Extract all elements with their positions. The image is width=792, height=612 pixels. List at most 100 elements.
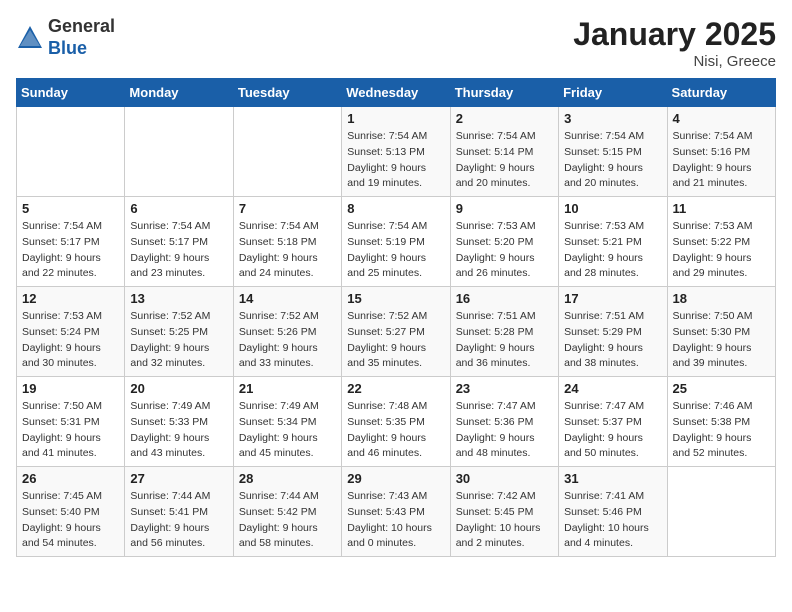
header-friday: Friday [559,79,667,107]
day-info: Sunrise: 7:54 AM Sunset: 5:17 PM Dayligh… [22,219,119,282]
day-number: 5 [22,201,119,216]
table-row: 30Sunrise: 7:42 AM Sunset: 5:45 PM Dayli… [450,467,558,557]
day-info: Sunrise: 7:51 AM Sunset: 5:29 PM Dayligh… [564,309,661,372]
calendar-header: Sunday Monday Tuesday Wednesday Thursday… [17,79,776,107]
day-info: Sunrise: 7:50 AM Sunset: 5:30 PM Dayligh… [673,309,770,372]
day-info: Sunrise: 7:48 AM Sunset: 5:35 PM Dayligh… [347,399,444,462]
day-number: 24 [564,381,661,396]
day-number: 21 [239,381,336,396]
table-row: 22 Sunrise: 7:48 AM Sunset: 5:35 PM Dayli… [342,377,450,467]
day-number: 16 [456,291,553,306]
header-monday: Monday [125,79,233,107]
day-number: 13 [130,291,227,306]
day-number: 22 [347,381,444,396]
day-number: 27 [130,471,227,486]
day-number: 14 [239,291,336,306]
day-number: 25 [673,381,770,396]
day-number: 18 [673,291,770,306]
header-sunday: Sunday [17,79,125,107]
day-info: Sunrise: 7:53 AM Sunset: 5:21 PM Dayligh… [564,219,661,282]
day-info: Sunrise: 7:54 AM Sunset: 5:13 PM Dayligh… [347,129,444,192]
header-wednesday: Wednesday [342,79,450,107]
table-row: 9 Sunrise: 7:53 AM Sunset: 5:20 PM Daylig… [450,197,558,287]
table-row: 3 Sunrise: 7:54 AM Sunset: 5:15 PM Daylig… [559,107,667,197]
logo-icon [16,24,44,52]
day-number: 9 [456,201,553,216]
day-number: 6 [130,201,227,216]
table-row: 26 Sunrise: 7:45 AM Sunset: 5:40 PM Dayli… [17,467,125,557]
table-row: 27Sunrise: 7:44 AM Sunset: 5:41 PM Dayli… [125,467,233,557]
day-info: Sunrise: 7:54 AM Sunset: 5:14 PM Dayligh… [456,129,553,192]
table-row: 25 Sunrise: 7:46 AM Sunset: 5:38 PM Dayli… [667,377,775,467]
day-number: 20 [130,381,227,396]
table-row [667,467,775,557]
table-row: 13 Sunrise: 7:52 AM Sunset: 5:25 PM Dayli… [125,287,233,377]
location: Nisi, Greece [573,53,776,70]
table-row: 21 Sunrise: 7:49 AM Sunset: 5:34 PM Dayli… [233,377,341,467]
table-row: 23Sunrise: 7:47 AM Sunset: 5:36 PM Dayli… [450,377,558,467]
table-row: 31 Sunrise: 7:41 AM Sunset: 5:46 PM Dayli… [559,467,667,557]
day-number: 1 [347,111,444,126]
day-number: 19 [22,381,119,396]
day-info: Sunrise: 7:53 AM Sunset: 5:22 PM Dayligh… [673,219,770,282]
day-number: 2 [456,111,553,126]
table-row: 14 Sunrise: 7:52 AM Sunset: 5:26 PM Dayli… [233,287,341,377]
day-info: Sunrise: 7:52 AM Sunset: 5:27 PM Dayligh… [347,309,444,372]
header-tuesday: Tuesday [233,79,341,107]
day-number: 11 [673,201,770,216]
table-row [233,107,341,197]
table-row: 2 Sunrise: 7:54 AM Sunset: 5:14 PM Daylig… [450,107,558,197]
table-row [17,107,125,197]
table-row: 24 Sunrise: 7:47 AM Sunset: 5:37 PM Dayli… [559,377,667,467]
day-info: Sunrise: 7:54 AM Sunset: 5:15 PM Dayligh… [564,129,661,192]
table-row [125,107,233,197]
table-row: 29 Sunrise: 7:43 AM Sunset: 5:43 PM Dayli… [342,467,450,557]
calendar-table: Sunday Monday Tuesday Wednesday Thursday… [16,78,776,557]
day-info: Sunrise: 7:50 AM Sunset: 5:31 PM Dayligh… [22,399,119,462]
day-info: Sunrise: 7:53 AM Sunset: 5:20 PM Dayligh… [456,219,553,282]
day-info: Sunrise: 7:47 AM Sunset: 5:36 PM Dayligh… [456,399,553,462]
day-info: Sunrise: 7:44 AM Sunset: 5:42 PM Dayligh… [239,489,336,552]
day-number: 30 [456,471,553,486]
day-info: Sunrise: 7:52 AM Sunset: 5:25 PM Dayligh… [130,309,227,372]
day-number: 4 [673,111,770,126]
day-info: Sunrise: 7:54 AM Sunset: 5:16 PM Dayligh… [673,129,770,192]
title-block: January 2025 Nisi, Greece [573,16,776,70]
table-row: 19 Sunrise: 7:50 AM Sunset: 5:31 PM Dayli… [17,377,125,467]
logo: General Blue [16,16,115,59]
day-number: 12 [22,291,119,306]
table-row: 17 Sunrise: 7:51 AM Sunset: 5:29 PM Dayli… [559,287,667,377]
day-info: Sunrise: 7:49 AM Sunset: 5:34 PM Dayligh… [239,399,336,462]
table-row: 28 Sunrise: 7:44 AM Sunset: 5:42 PM Dayli… [233,467,341,557]
day-info: Sunrise: 7:45 AM Sunset: 5:40 PM Dayligh… [22,489,119,552]
day-info: Sunrise: 7:53 AM Sunset: 5:24 PM Dayligh… [22,309,119,372]
page-header: General Blue January 2025 Nisi, Greece [16,16,776,70]
day-number: 17 [564,291,661,306]
header-thursday: Thursday [450,79,558,107]
table-row: 18 Sunrise: 7:50 AM Sunset: 5:30 PM Dayli… [667,287,775,377]
day-number: 29 [347,471,444,486]
day-number: 28 [239,471,336,486]
day-info: Sunrise: 7:49 AM Sunset: 5:33 PM Dayligh… [130,399,227,462]
logo-text: General Blue [48,16,115,59]
table-row: 7Sunrise: 7:54 AM Sunset: 5:18 PM Daylig… [233,197,341,287]
day-number: 31 [564,471,661,486]
header-saturday: Saturday [667,79,775,107]
day-info: Sunrise: 7:47 AM Sunset: 5:37 PM Dayligh… [564,399,661,462]
day-number: 15 [347,291,444,306]
table-row: 20 Sunrise: 7:49 AM Sunset: 5:33 PM Dayli… [125,377,233,467]
table-row: 11 Sunrise: 7:53 AM Sunset: 5:22 PM Dayli… [667,197,775,287]
day-number: 26 [22,471,119,486]
day-number: 8 [347,201,444,216]
day-info: Sunrise: 7:46 AM Sunset: 5:38 PM Dayligh… [673,399,770,462]
day-info: Sunrise: 7:51 AM Sunset: 5:28 PM Dayligh… [456,309,553,372]
table-row: 8 Sunrise: 7:54 AM Sunset: 5:19 PM Daylig… [342,197,450,287]
day-number: 7 [239,201,336,216]
day-info: Sunrise: 7:43 AM Sunset: 5:43 PM Dayligh… [347,489,444,552]
day-info: Sunrise: 7:52 AM Sunset: 5:26 PM Dayligh… [239,309,336,372]
day-info: Sunrise: 7:41 AM Sunset: 5:46 PM Dayligh… [564,489,661,552]
day-info: Sunrise: 7:54 AM Sunset: 5:17 PM Dayligh… [130,219,227,282]
day-number: 3 [564,111,661,126]
table-row: 6 Sunrise: 7:54 AM Sunset: 5:17 PM Daylig… [125,197,233,287]
day-info: Sunrise: 7:54 AM Sunset: 5:19 PM Dayligh… [347,219,444,282]
